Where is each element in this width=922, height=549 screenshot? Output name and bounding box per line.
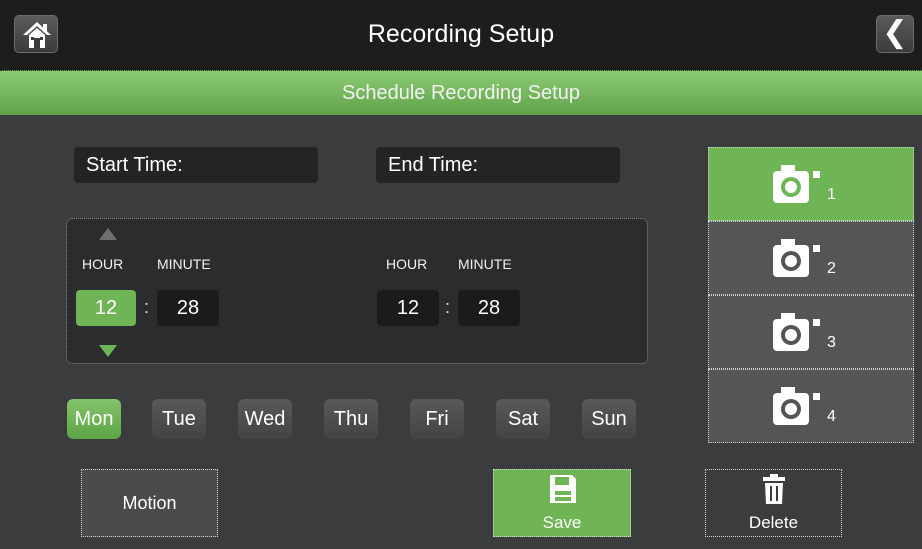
end-time-label: End Time: xyxy=(376,147,620,183)
floppy-disk-icon xyxy=(550,475,576,503)
start-hour-label: HOUR xyxy=(82,256,124,272)
camera-button-4[interactable]: 4 xyxy=(708,369,914,443)
end-time-separator: : xyxy=(445,297,451,317)
start-minute-label: MINUTE xyxy=(157,256,211,272)
camera-button-3[interactable]: 3 xyxy=(708,295,914,369)
day-button-sun[interactable]: Sun xyxy=(582,399,636,439)
camera-number: 1 xyxy=(827,186,836,203)
day-button-tue[interactable]: Tue xyxy=(152,399,206,439)
camera-icon xyxy=(773,165,820,203)
arrow-down-icon[interactable] xyxy=(99,345,117,357)
save-button-label: Save xyxy=(542,513,582,532)
end-minute-label: MINUTE xyxy=(458,256,512,272)
motion-button[interactable]: Motion xyxy=(81,469,218,537)
camera-icon xyxy=(773,239,820,277)
start-time-separator: : xyxy=(144,297,150,317)
camera-number: 4 xyxy=(827,408,836,425)
day-button-mon[interactable]: Mon xyxy=(67,399,121,439)
start-hour-field[interactable]: 12 xyxy=(76,290,136,326)
top-bar: Recording Setup ❮ xyxy=(0,0,922,70)
day-button-sat[interactable]: Sat xyxy=(496,399,550,439)
camera-icon xyxy=(773,387,820,425)
trash-icon xyxy=(763,474,785,504)
save-button[interactable]: Save xyxy=(493,469,631,537)
motion-button-label: Motion xyxy=(122,493,177,513)
end-hour-label: HOUR xyxy=(386,256,428,272)
back-button[interactable]: ❮ xyxy=(876,15,914,53)
delete-button-label: Delete xyxy=(748,513,799,532)
time-panel xyxy=(66,218,648,364)
camera-icon xyxy=(773,313,820,351)
section-title: Schedule Recording Setup xyxy=(342,82,580,104)
day-button-fri[interactable]: Fri xyxy=(410,399,464,439)
camera-number: 2 xyxy=(827,260,836,277)
end-minute-field[interactable]: 28 xyxy=(458,290,520,326)
day-button-wed[interactable]: Wed xyxy=(238,399,292,439)
start-minute-field[interactable]: 28 xyxy=(157,290,219,326)
page-title: Recording Setup xyxy=(367,20,555,48)
day-button-thu[interactable]: Thu xyxy=(324,399,378,439)
camera-number: 3 xyxy=(827,334,836,351)
arrow-up-icon[interactable] xyxy=(99,228,117,240)
delete-button[interactable]: Delete xyxy=(705,469,842,537)
end-hour-field[interactable]: 12 xyxy=(377,290,439,326)
start-time-label: Start Time: xyxy=(74,147,318,183)
section-header: Schedule Recording Setup xyxy=(0,70,922,115)
camera-button-2[interactable]: 2 xyxy=(708,221,914,295)
chevron-left-icon: ❮ xyxy=(882,16,908,49)
camera-button-1[interactable]: 1 xyxy=(708,147,914,221)
